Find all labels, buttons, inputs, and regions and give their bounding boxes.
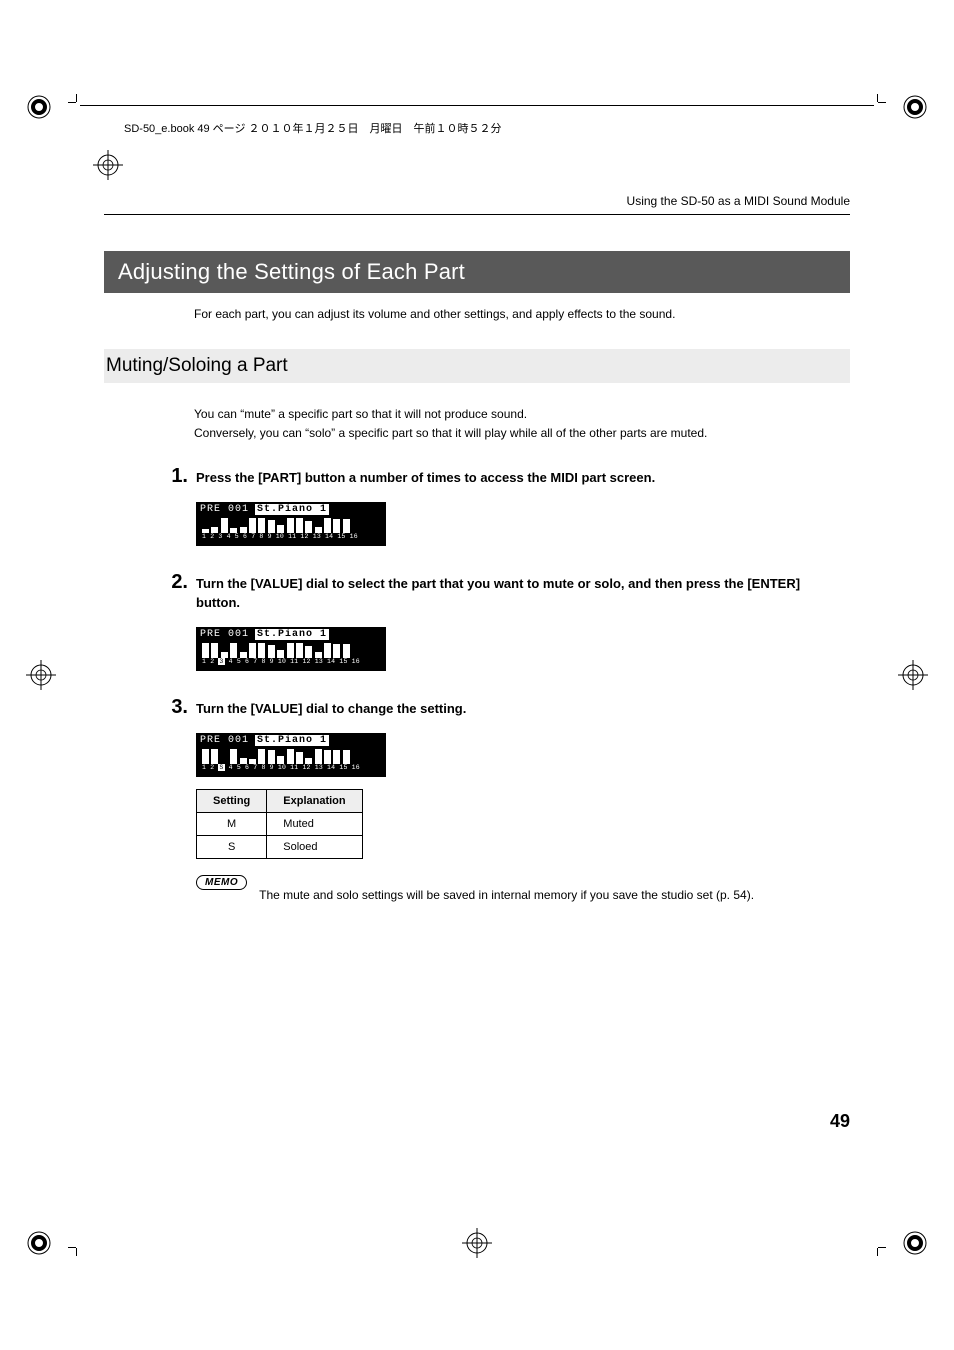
lcd-bars [200,517,382,533]
crop-tick [878,102,886,103]
table-cell-setting: S [197,835,267,858]
description-line: You can “mute” a specific part so that i… [194,405,850,424]
lcd-preset: PRE 001 [200,735,249,746]
crop-tick [877,94,878,102]
lcd-track-numbers: 1 2 3 4 5 6 7 8 9 10 11 12 13 14 15 16 [200,533,382,540]
running-header: Using the SD-50 as a MIDI Sound Module [104,194,850,208]
table-row: M Muted [197,812,363,835]
lcd-screenshot-3: PRE 001 St.Piano 1 1 2 S 4 5 6 7 8 9 10 … [196,733,386,777]
step-text: Turn the [VALUE] dial to change the sett… [196,700,466,719]
binder-ring-icon [24,92,54,122]
header-rule [104,214,850,215]
lcd-patch-name: St.Piano 1 [255,504,329,515]
book-meta-text: SD-50_e.book 49 ページ ２０１０年１月２５日 月曜日 午前１０時… [124,120,502,136]
step-number: 1. [156,466,188,486]
binder-ring-icon [24,1228,54,1258]
main-heading: Adjusting the Settings of Each Part [104,251,850,293]
table-cell-setting: M [197,812,267,835]
binder-ring-icon [900,92,930,122]
crop-tick [68,102,76,103]
step-number: 2. [156,572,188,592]
description-block: You can “mute” a specific part so that i… [194,405,850,442]
page-number: 49 [830,1111,850,1132]
registration-mark-icon [93,150,123,180]
lcd-track-numbers: 1 2 S 4 5 6 7 8 9 10 11 12 13 14 15 16 [200,764,382,771]
sub-heading: Muting/Soloing a Part [104,349,850,383]
step-2: 2. Turn the [VALUE] dial to select the p… [104,572,850,613]
step-3: 3. Turn the [VALUE] dial to change the s… [104,697,850,719]
lcd-patch-name: St.Piano 1 [255,629,329,640]
table-cell-explanation: Soloed [267,835,362,858]
memo-badge: MEMO [196,875,247,890]
lcd-track-numbers: 1 2 3 4 5 6 7 8 9 10 11 12 13 14 15 16 [200,658,382,665]
page-content: Using the SD-50 as a MIDI Sound Module A… [104,194,850,1132]
settings-table: Setting Explanation M Muted S Soloed [196,789,363,859]
lcd-preset: PRE 001 [200,504,249,515]
table-row: S Soloed [197,835,363,858]
lcd-preset: PRE 001 [200,629,249,640]
memo-text: The mute and solo settings will be saved… [259,888,754,902]
step-text: Press the [PART] button a number of time… [196,469,655,488]
description-line: Conversely, you can “solo” a specific pa… [194,424,850,443]
lcd-bars [200,748,382,764]
registration-mark-icon [898,660,928,690]
crop-tick [878,1247,886,1248]
crop-tick [76,1248,77,1256]
intro-text: For each part, you can adjust its volume… [194,307,850,321]
crop-tick [76,94,77,102]
crop-tick [877,1248,878,1256]
crop-tick [68,1247,76,1248]
lcd-bars [200,642,382,658]
step-text: Turn the [VALUE] dial to select the part… [196,575,836,613]
step-1: 1. Press the [PART] button a number of t… [104,466,850,488]
table-header-setting: Setting [197,789,267,812]
lcd-patch-name: St.Piano 1 [255,735,329,746]
memo-block: MEMO The mute and solo settings will be … [196,877,850,902]
table-header-row: Setting Explanation [197,789,363,812]
lcd-screenshot-2: PRE 001 St.Piano 1 1 2 3 4 5 6 7 8 9 10 … [196,627,386,671]
step-number: 3. [156,697,188,717]
table-header-explanation: Explanation [267,789,362,812]
registration-mark-icon [26,660,56,690]
table-cell-explanation: Muted [267,812,362,835]
lcd-screenshot-1: PRE 001 St.Piano 1 1 2 3 4 5 6 7 8 9 10 … [196,502,386,546]
registration-mark-icon [462,1228,492,1258]
binder-ring-icon [900,1228,930,1258]
